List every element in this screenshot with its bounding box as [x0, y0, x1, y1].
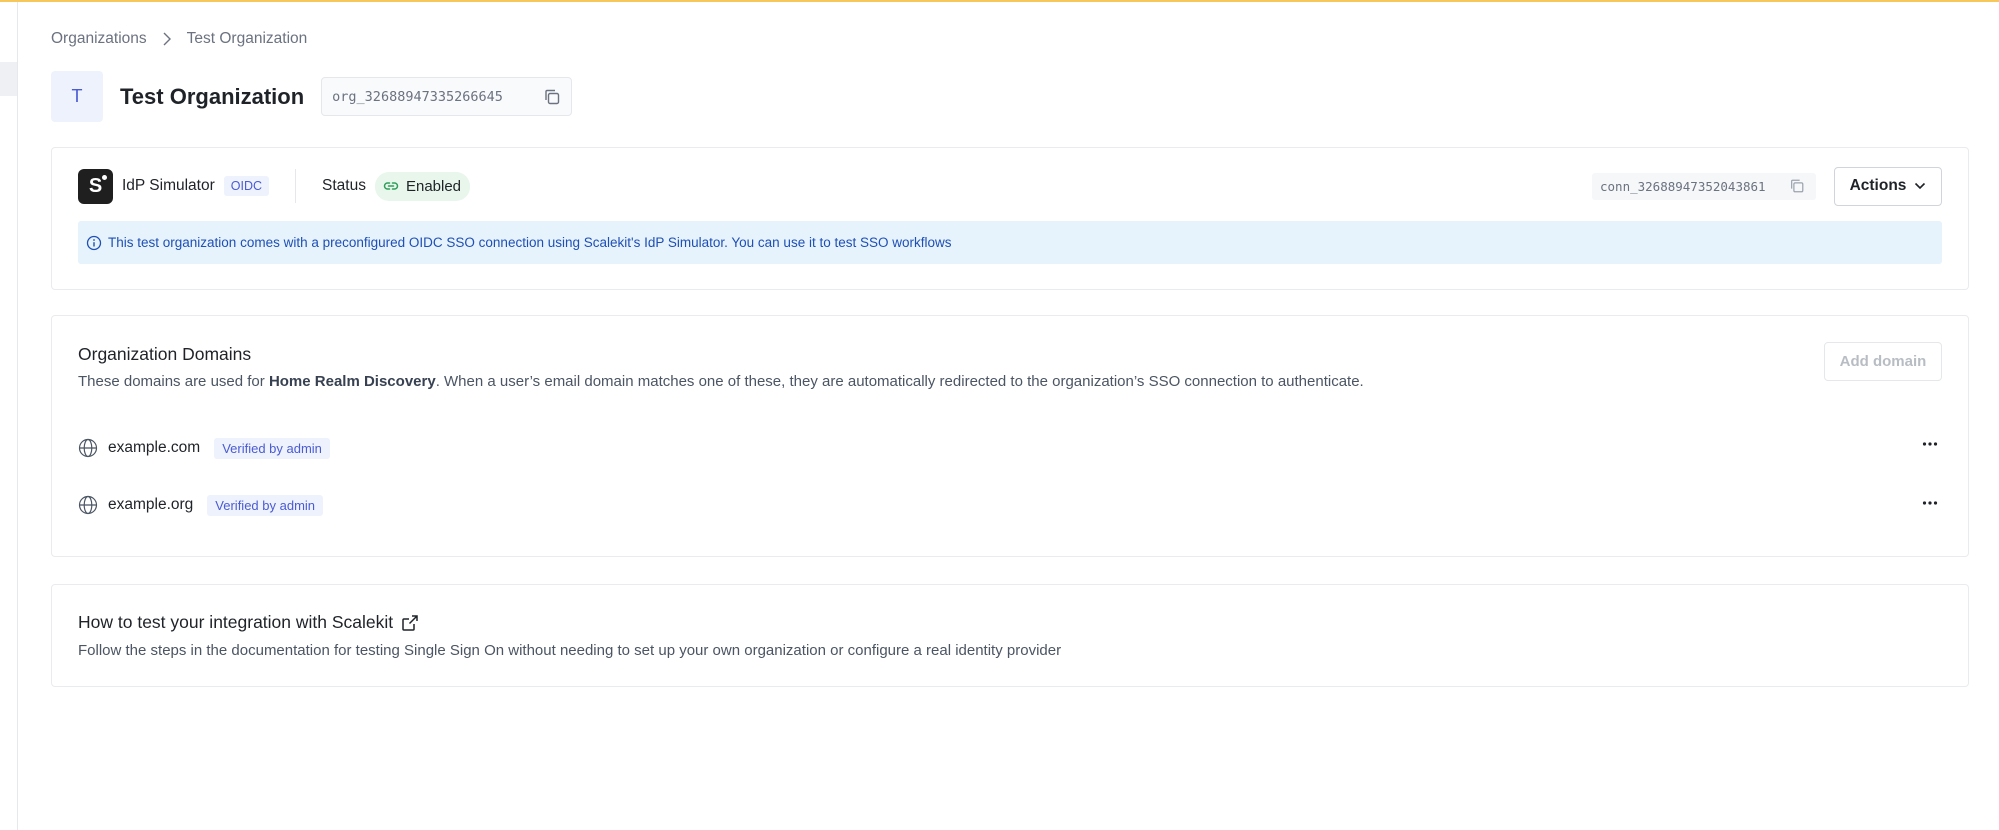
connection-id-field: conn_32688947352043861 — [1592, 172, 1816, 200]
info-banner-text: This test organization comes with a prec… — [108, 235, 952, 250]
organization-domains-card: Organization Domains These domains are u… — [51, 315, 1969, 557]
sso-connection-card: S IdP Simulator OIDC Status Enabled conn… — [51, 147, 1969, 290]
breadcrumb-organizations-link[interactable]: Organizations — [51, 30, 147, 48]
chevron-right-icon — [163, 32, 171, 46]
idp-simulator-logo: S — [78, 168, 113, 204]
actions-label: Actions — [1849, 177, 1907, 194]
domain-more-options-button[interactable] — [1918, 491, 1942, 515]
idp-logo-dot — [102, 174, 107, 180]
page-title: Test Organization — [120, 83, 305, 109]
verified-badge: Verified by admin — [214, 437, 330, 459]
domain-name: example.org — [108, 496, 194, 513]
org-header: T Test Organization org_3268894733526664… — [51, 71, 573, 122]
more-horizontal-icon — [1922, 500, 1938, 505]
chevron-down-icon — [1915, 182, 1926, 190]
more-horizontal-icon — [1922, 442, 1938, 446]
breadcrumb-current: Test Organization — [186, 30, 308, 47]
org-avatar: T — [51, 71, 103, 122]
connection-id-value: conn_32688947352043861 — [1600, 178, 1766, 194]
idp-logo-letter: S — [88, 174, 103, 197]
how-to-test-title: How to test your integration with Scalek… — [78, 612, 394, 632]
info-banner: This test organization comes with a prec… — [78, 221, 1942, 264]
domain-more-options-button[interactable] — [1918, 432, 1942, 456]
verified-badge: Verified by admin — [207, 494, 324, 516]
org-id-value: org_32688947335266645 — [332, 88, 503, 105]
copy-icon — [545, 89, 560, 104]
left-sidebar-rail — [0, 2, 18, 830]
globe-icon — [78, 438, 98, 458]
globe-icon — [78, 495, 98, 515]
domains-description-part: . When a user’s email domain matches one… — [435, 373, 1364, 390]
info-icon — [86, 235, 102, 250]
protocol-badge: OIDC — [223, 176, 270, 196]
sidebar-active-indicator[interactable] — [0, 62, 17, 96]
domains-description: These domains are used for Home Realm Di… — [78, 373, 1364, 390]
domain-name: example.com — [108, 439, 201, 456]
divider — [295, 169, 297, 203]
status-value: Enabled — [405, 177, 462, 195]
domain-row: example.com Verified by admin — [78, 432, 1942, 464]
add-domain-button[interactable]: Add domain — [1824, 342, 1942, 381]
domains-title: Organization Domains — [78, 344, 252, 364]
external-link-icon — [402, 614, 418, 631]
copy-icon — [1791, 179, 1804, 193]
how-to-test-link[interactable]: How to test your integration with Scalek… — [78, 612, 419, 633]
domain-row: example.org Verified by admin — [78, 489, 1942, 521]
copy-connection-id-button[interactable] — [1786, 175, 1808, 197]
status-badge: Enabled — [374, 171, 471, 201]
breadcrumb: Organizations Test Organization — [51, 30, 307, 48]
home-realm-discovery-text: Home Realm Discovery — [268, 373, 436, 390]
org-id-field: org_32688947335266645 — [321, 77, 573, 116]
how-to-test-card: How to test your integration with Scalek… — [51, 584, 1969, 687]
how-to-test-description: Follow the steps in the documentation fo… — [78, 642, 1062, 659]
link-icon — [383, 182, 399, 190]
sso-connection-row: S IdP Simulator OIDC Status Enabled conn… — [78, 166, 1942, 206]
top-accent-bar — [0, 0, 1999, 2]
idp-name: IdP Simulator — [122, 177, 215, 194]
copy-org-id-button[interactable] — [541, 86, 563, 108]
domains-description-part: These domains are used for — [78, 373, 269, 390]
status-label: Status — [322, 177, 366, 194]
actions-dropdown-button[interactable]: Actions — [1834, 166, 1942, 206]
